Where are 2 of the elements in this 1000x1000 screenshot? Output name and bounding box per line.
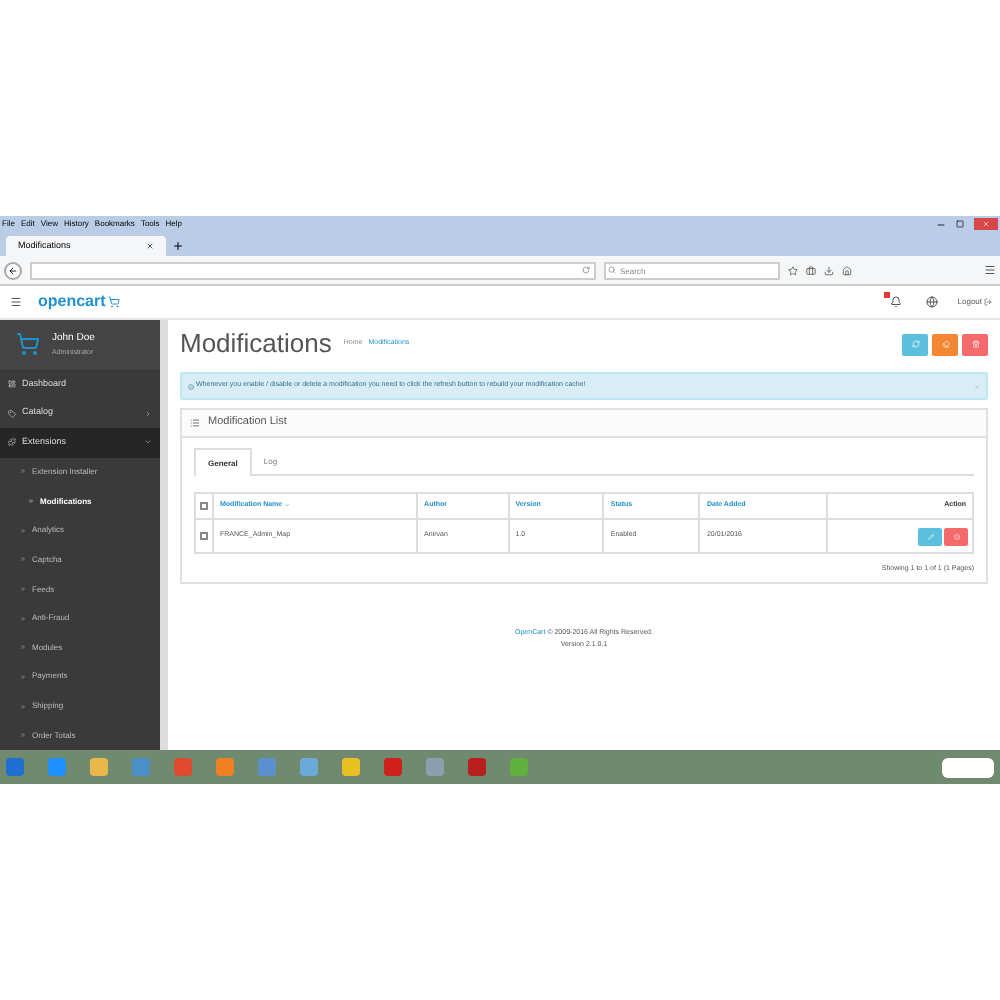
logo[interactable]: opencart xyxy=(38,290,106,314)
page-title: Modifications xyxy=(180,326,332,363)
